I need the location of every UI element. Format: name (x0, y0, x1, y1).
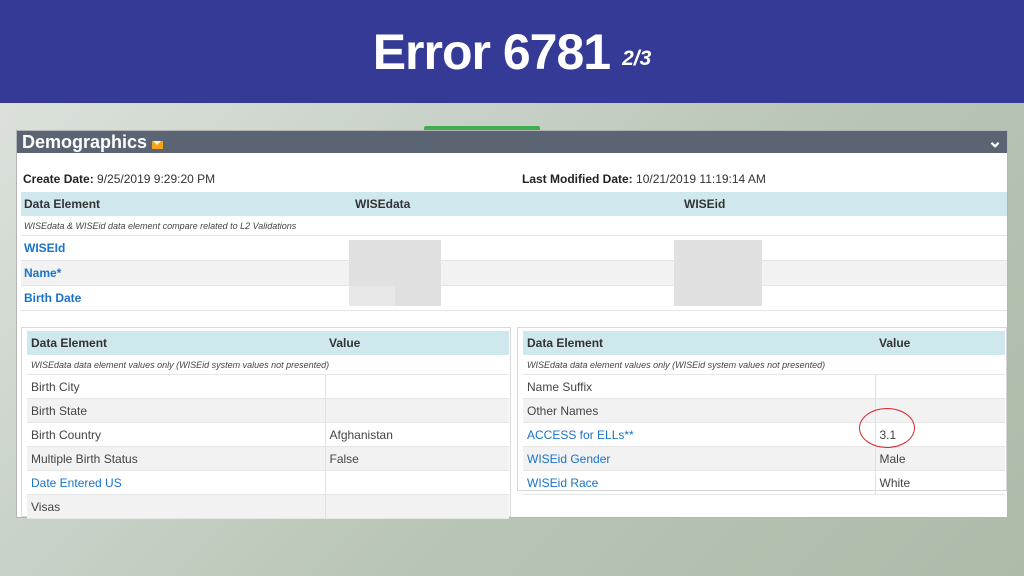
compare-row-label[interactable]: Birth Date (24, 291, 81, 305)
slide-page-indicator: 2/3 (622, 46, 652, 70)
table-row: Multiple Birth Status False (27, 446, 509, 471)
create-date-value: 9/25/2019 9:29:20 PM (97, 172, 216, 186)
wiseid-gender-link[interactable]: WISEid Gender (523, 446, 875, 471)
left-header-value: Value (325, 331, 509, 355)
row-value: White (874, 470, 1005, 495)
modified-date-label: Last Modified Date: (522, 172, 633, 186)
panel-title: Demographics (22, 131, 148, 152)
table-row[interactable]: WISEid Race White (523, 470, 1005, 495)
right-note: WISEdata data element values only (WISEi… (523, 355, 1005, 375)
mail-icon[interactable] (152, 140, 164, 149)
table-row: Birth City (27, 374, 509, 399)
compare-row-name[interactable]: Name* (21, 261, 1007, 286)
left-note: WISEdata data element values only (WISEi… (27, 355, 509, 375)
table-row: Name Suffix (523, 374, 1005, 399)
modified-date: Last Modified Date: 10/21/2019 11:19:14 … (522, 172, 766, 186)
right-values-table: Data Element Value WISEdata data element… (517, 327, 1007, 495)
chevron-down-icon[interactable]: ⌄ (986, 132, 1004, 150)
demographics-panel: Demographics ⌄ Create Date: 9/25/2019 9:… (16, 130, 1008, 519)
wiseid-race-link[interactable]: WISEid Race (523, 470, 875, 495)
table-row[interactable]: ACCESS for ELLs** 3.1 (523, 422, 1005, 447)
row-label: Birth State (27, 398, 325, 423)
date-entered-us-link[interactable]: Date Entered US (27, 470, 325, 495)
row-value (324, 374, 509, 399)
table-row[interactable]: WISEid Gender Male (523, 446, 1005, 471)
compare-header-wisedata: WISEdata (355, 197, 411, 211)
compare-row-label[interactable]: WISEId (24, 241, 65, 255)
row-value: Afghanistan (324, 422, 509, 447)
row-label: Birth Country (27, 422, 325, 447)
row-value (324, 470, 509, 495)
compare-table: Data Element WISEdata WISEid WISEdata & … (21, 192, 1007, 311)
redacted-wisedata-2 (349, 286, 395, 306)
title-banner: Error 6781 2/3 (0, 0, 1024, 103)
table-row: Birth State (27, 398, 509, 423)
create-date-label: Create Date: (23, 172, 94, 186)
table-row[interactable]: Date Entered US (27, 470, 509, 495)
access-for-ells-link[interactable]: ACCESS for ELLs** (523, 422, 875, 447)
left-header-element: Data Element (27, 331, 325, 355)
row-value (324, 398, 509, 423)
row-label: Multiple Birth Status (27, 446, 325, 471)
compare-row-wiseid[interactable]: WISEId (21, 236, 1007, 261)
row-value: Male (874, 446, 1005, 471)
highlight-circle (859, 408, 915, 448)
table-row: Birth Country Afghanistan (27, 422, 509, 447)
slide-title: Error 6781 (372, 23, 611, 80)
row-value (324, 494, 509, 519)
compare-header-wiseid: WISEid (684, 197, 726, 211)
row-label: Birth City (27, 374, 325, 399)
row-label: Name Suffix (523, 374, 875, 399)
row-value (874, 374, 1005, 399)
redacted-wiseid (674, 240, 762, 306)
compare-row-birthdate[interactable]: Birth Date (21, 286, 1007, 311)
table-row: Other Names (523, 398, 1005, 423)
table-row: Visas (27, 494, 509, 519)
compare-header: Data Element WISEdata WISEid (21, 192, 1007, 216)
left-values-table: Data Element Value WISEdata data element… (21, 327, 511, 519)
right-header-value: Value (875, 331, 1005, 355)
row-label: Other Names (523, 398, 875, 423)
compare-note: WISEdata & WISEid data element compare r… (21, 216, 1007, 236)
right-header-element: Data Element (523, 331, 875, 355)
row-label: Visas (27, 494, 325, 519)
create-date: Create Date: 9/25/2019 9:29:20 PM (23, 172, 215, 186)
compare-header-element: Data Element (24, 197, 101, 211)
compare-row-label[interactable]: Name* (24, 266, 61, 280)
modified-date-value: 10/21/2019 11:19:14 AM (636, 172, 766, 186)
row-value: False (324, 446, 509, 471)
panel-header[interactable]: Demographics ⌄ (17, 131, 1007, 153)
